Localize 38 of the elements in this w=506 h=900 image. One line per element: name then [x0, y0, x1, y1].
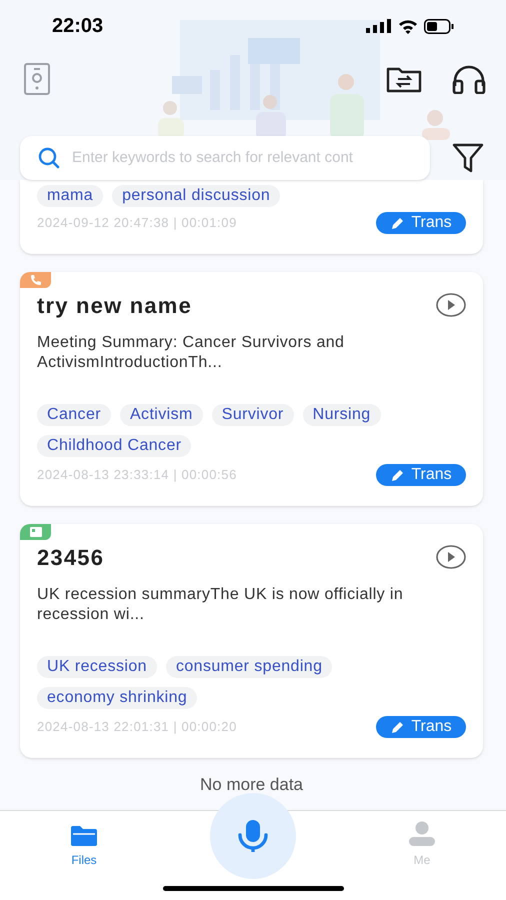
- record-summary: UK recession summaryThe UK is now officially in recession wi...: [37, 585, 404, 625]
- tag-chip[interactable]: UK recession: [37, 656, 157, 678]
- trans-button[interactable]: Trans: [376, 464, 466, 486]
- record-title: try new name: [37, 292, 192, 320]
- record-title: 23456: [37, 544, 104, 572]
- status-time: 22:03: [52, 14, 104, 39]
- tab-bar-item[interactable]: Files: [64, 821, 104, 900]
- document-icon: [30, 527, 42, 537]
- record-summary: Meeting Summary: Cancer Survivors and ActivismIntroductionTh...: [37, 333, 346, 373]
- pencil-icon: [390, 720, 406, 734]
- search-field[interactable]: Enter keywords to search for relevant cont: [20, 136, 430, 180]
- tag-chip[interactable]: Survivor: [212, 404, 294, 426]
- folder-swap-icon[interactable]: [386, 65, 422, 93]
- tag-chip[interactable]: Cancer: [37, 404, 111, 426]
- play-icon[interactable]: [436, 545, 466, 569]
- headphones-icon[interactable]: [452, 64, 486, 94]
- pencil-icon: [390, 216, 406, 230]
- tag-chip[interactable]: Activism: [120, 404, 203, 426]
- trans-button[interactable]: Trans: [376, 212, 466, 234]
- play-icon[interactable]: [436, 293, 466, 317]
- microphone-icon: [236, 819, 270, 853]
- tag-chip[interactable]: economy shrinking: [37, 687, 198, 709]
- phone-icon: [30, 274, 42, 286]
- search-input[interactable]: Enter keywords to search for relevant cont: [72, 146, 430, 170]
- wifi-icon: [398, 18, 418, 34]
- tag-chip[interactable]: consumer spending: [166, 656, 332, 678]
- tag-chip[interactable]: personal discussion: [112, 185, 280, 207]
- person-icon: [408, 821, 436, 847]
- search-icon: [38, 147, 60, 169]
- battery-icon: [424, 18, 454, 34]
- no-more-data-text: No more data: [199, 774, 304, 796]
- signal-icon: [366, 19, 392, 33]
- trans-button[interactable]: Trans: [376, 716, 466, 738]
- tag-chip[interactable]: Childhood Cancer: [37, 435, 192, 457]
- pencil-icon: [390, 468, 406, 482]
- tag-chip[interactable]: mama: [37, 185, 104, 207]
- filter-icon[interactable]: [452, 143, 484, 173]
- tag-chip[interactable]: Nursing: [302, 404, 381, 426]
